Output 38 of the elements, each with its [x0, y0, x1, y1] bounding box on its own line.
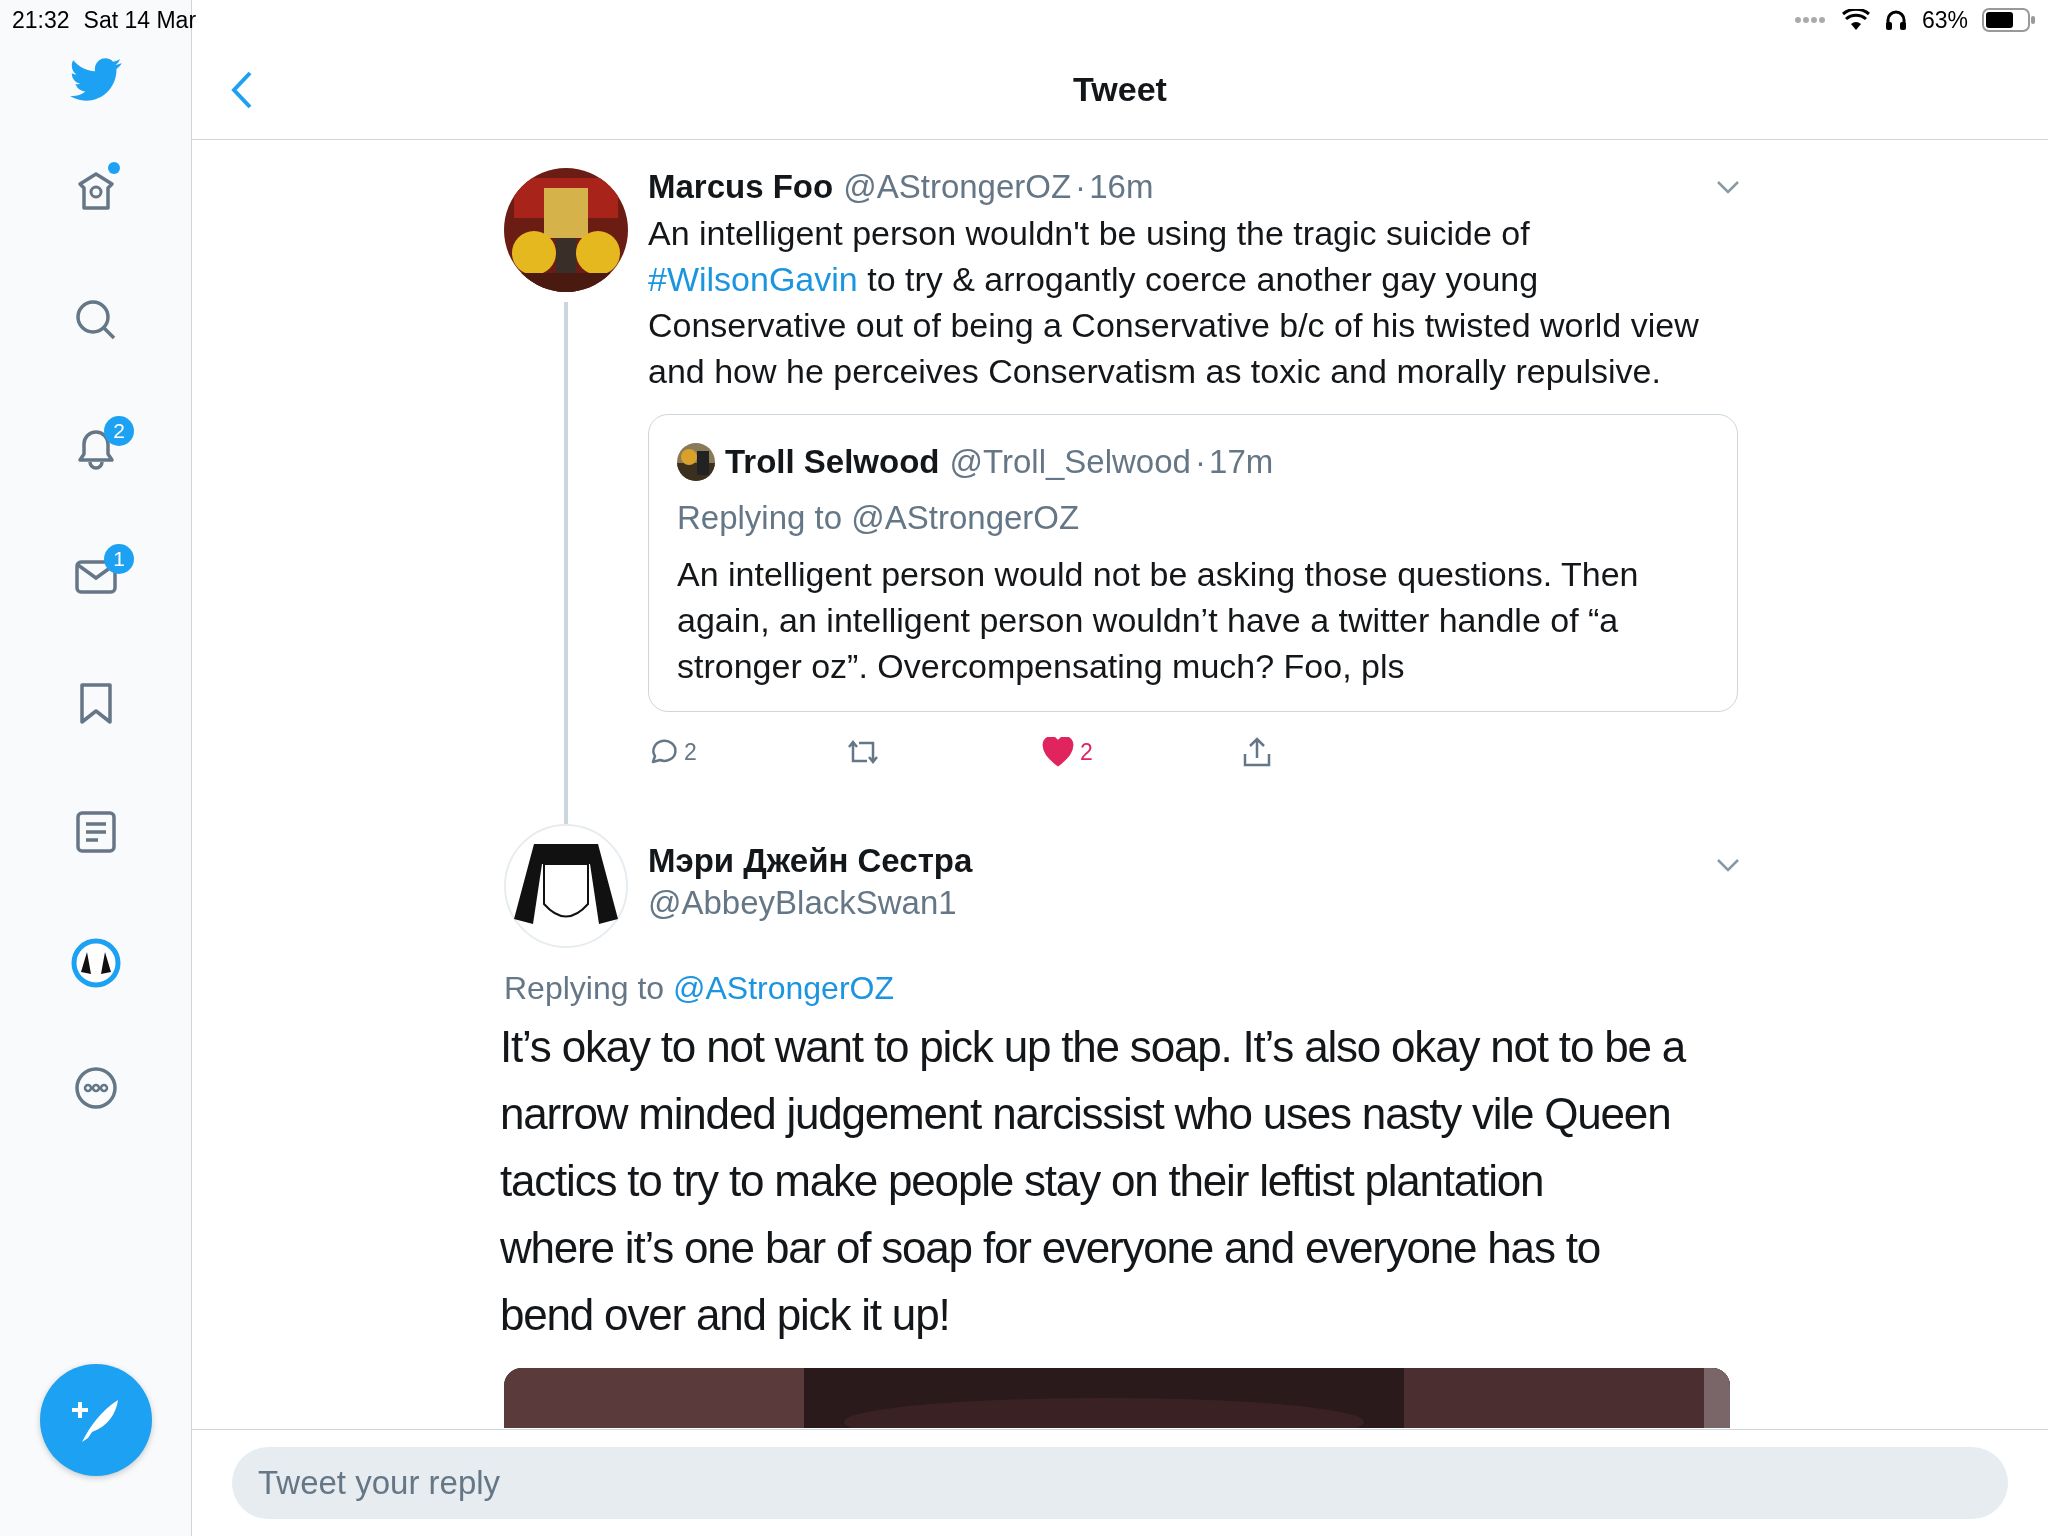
bird-logo-icon[interactable]	[68, 58, 123, 102]
heart-icon	[1042, 737, 1074, 767]
author-handle[interactable]: @AStrongerOZ	[843, 168, 1072, 206]
replying-to-label: Replying to	[504, 970, 665, 1006]
battery-icon	[1982, 7, 2036, 33]
tweet-text: It’s okay to not want to pick up the soap. It’s also okay not to be a narrow minded judgement narcissist who uses nasty vile Queen tactics to try to make people stay on their leftist plantation where it’s one bar of soap for everyone and everyone has to bend over and pick it up!	[500, 1021, 1687, 1341]
tweet-time: · 16m	[1075, 168, 1154, 206]
status-time: 21:32	[12, 6, 70, 34]
replying-to-text: Replying to @AStrongerOZ	[677, 499, 1081, 537]
chevron-down-icon[interactable]	[1716, 180, 1740, 194]
author-name[interactable]: Мэри Джейн Сестра	[648, 842, 973, 880]
count-badge: 2	[104, 416, 134, 446]
page-title: Tweet	[1073, 70, 1167, 109]
profile-avatar[interactable]	[70, 938, 121, 988]
back-icon[interactable]	[230, 70, 254, 110]
author-handle[interactable]: @Troll_Selwood	[949, 443, 1191, 481]
signal-icon	[1793, 16, 1828, 24]
author-name[interactable]: Troll Selwood	[725, 443, 940, 481]
quoted-tweet[interactable]	[648, 414, 1738, 712]
author-handle[interactable]: @AbbeyBlackSwan1	[648, 884, 973, 922]
reply-button[interactable]: 2	[648, 737, 845, 767]
like-button[interactable]: 2	[1042, 737, 1239, 767]
hashtag-link[interactable]: #WilsonGavin	[648, 260, 858, 298]
count-badge: 1	[104, 544, 134, 574]
wifi-icon	[1841, 9, 1870, 31]
tweet-time: · 17m	[1194, 443, 1274, 481]
headphones-icon	[1883, 8, 1908, 32]
lists-icon[interactable]	[73, 810, 118, 854]
status-date: Sat 14 Mar	[83, 6, 197, 34]
tweet-text: An intelligent person wouldn't be using the tragic suicide of #WilsonGavin to try & arrogantly coerce another gay young Conservative out of being a Conservative b/c of his twisted world view and how he perceives Conservatism as toxic and morally repulsive.	[648, 213, 1700, 392]
author-name[interactable]: Marcus Foo	[648, 168, 834, 206]
reply-input-field[interactable]: Tweet your reply	[232, 1447, 2008, 1519]
quoted-tweet-text: An intelligent person would not be asking those questions. Then again, an intelligent person wouldn’t have a twitter handle of “a stronger oz”. Overcompensating much? Foo, pls	[677, 554, 1640, 687]
search-icon[interactable]	[73, 298, 118, 342]
battery-percent: 63%	[1921, 6, 1968, 34]
chevron-down-icon[interactable]	[1716, 858, 1740, 872]
mention-link[interactable]: @AStrongerOZ	[673, 970, 894, 1006]
more-icon[interactable]	[73, 1066, 118, 1110]
